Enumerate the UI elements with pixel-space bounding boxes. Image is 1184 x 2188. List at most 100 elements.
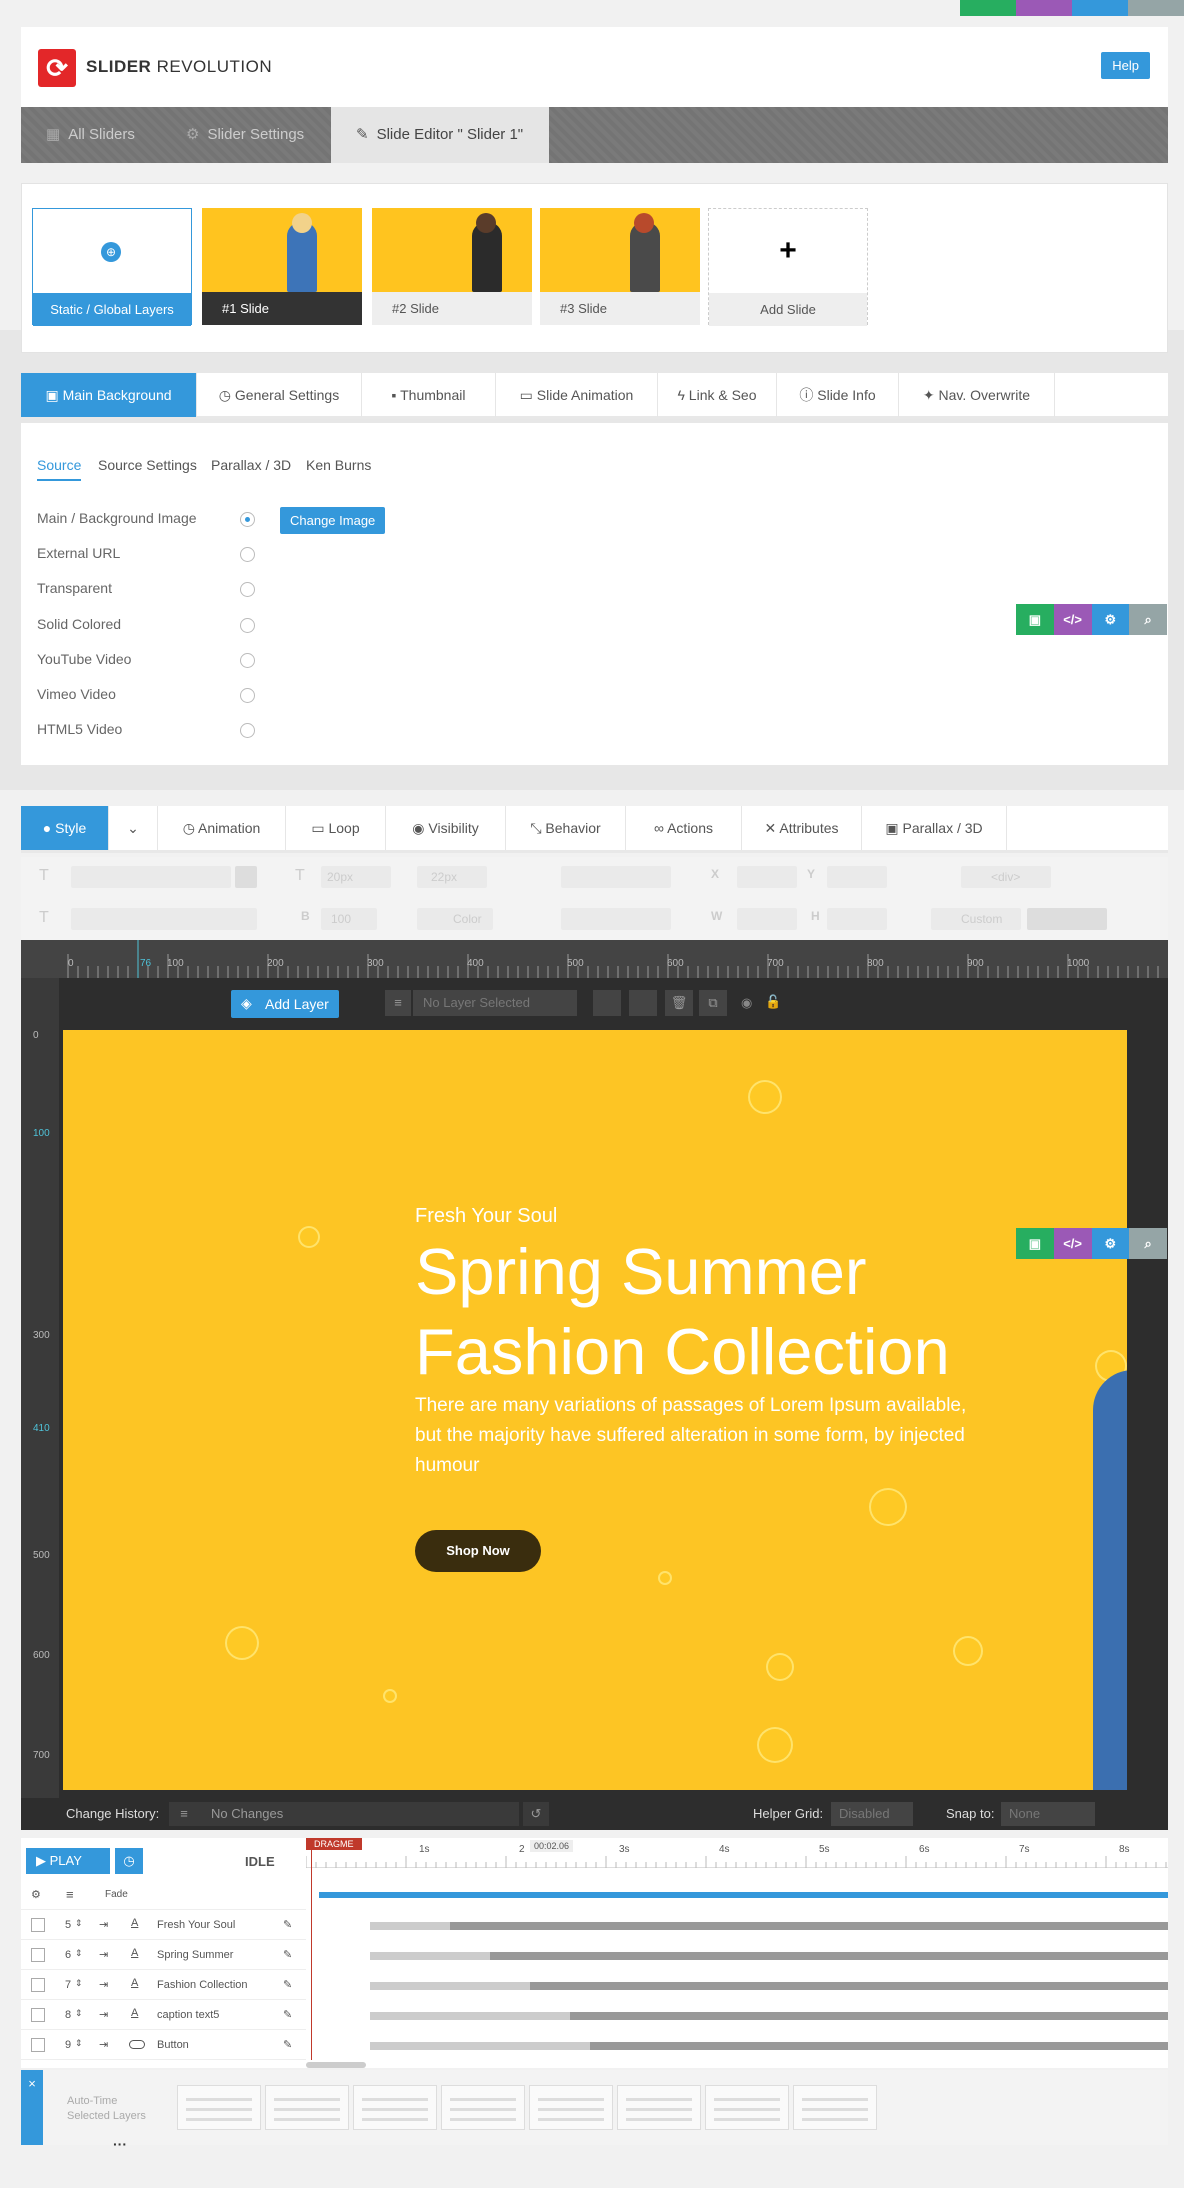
gear-icon[interactable]: ⚙ xyxy=(31,1888,41,1901)
slide-timing-bar[interactable] xyxy=(319,1892,1168,1898)
font-weight-select[interactable]: 100 xyxy=(321,908,377,930)
color-picker[interactable]: Color xyxy=(417,908,493,930)
layer-action-1[interactable] xyxy=(593,990,621,1016)
timeline-layer-row[interactable]: 5 ⇕ ⇥ A Fresh Your Soul ✎ xyxy=(21,1910,306,1940)
tab-slider-settings[interactable]: ⚙ Slider Settings xyxy=(161,107,331,163)
sort-icon[interactable]: ⇕ xyxy=(75,1918,83,1929)
tab-behavior[interactable]: ⤡ Behavior xyxy=(506,806,626,850)
layer-spring-summer[interactable]: Spring Summer xyxy=(415,1232,950,1312)
layer-in-animation-bar[interactable] xyxy=(370,1922,450,1930)
layer-duration-bar[interactable] xyxy=(490,1952,1168,1960)
layer-in-animation-bar[interactable] xyxy=(370,1982,530,1990)
valign-buttons[interactable] xyxy=(561,908,671,930)
align-right-icon[interactable]: ⇥ xyxy=(99,2008,108,2021)
tab-actions[interactable]: ∞ Actions xyxy=(626,806,742,850)
layer-in-animation-bar[interactable] xyxy=(370,2042,590,2050)
radio-transparent[interactable] xyxy=(240,582,255,597)
slide-3-thumb[interactable]: #3 Slide xyxy=(540,208,700,325)
radio-vimeo[interactable] xyxy=(240,688,255,703)
layer-in-animation-bar[interactable] xyxy=(370,1952,490,1960)
eye-icon[interactable]: ◉ xyxy=(741,995,752,1011)
timeline-layer-row[interactable]: 8 ⇕ ⇥ A caption text5 ✎ xyxy=(21,2000,306,2030)
timing-preset[interactable] xyxy=(441,2085,525,2130)
dragme-handle[interactable]: DRAGME xyxy=(306,1838,362,1850)
layer-checkbox[interactable] xyxy=(31,2008,45,2022)
radio-external-url[interactable] xyxy=(240,547,255,562)
timeline-layer-row[interactable]: 7 ⇕ ⇥ A Fashion Collection ✎ xyxy=(21,1970,306,2000)
save-icon[interactable]: ▣ xyxy=(1016,604,1054,635)
add-slide-button[interactable]: + Add Slide xyxy=(708,208,868,326)
help-button[interactable]: Help xyxy=(1101,52,1150,79)
tab-animation[interactable]: ◷ Animation xyxy=(158,806,286,850)
layer-duration-bar[interactable] xyxy=(590,2042,1168,2050)
radio-main-background[interactable] xyxy=(240,512,255,527)
font-size-input[interactable]: 20px xyxy=(321,866,391,888)
search-icon[interactable]: ⌕ xyxy=(1129,1228,1167,1259)
w-input[interactable] xyxy=(737,908,797,930)
tab-loop[interactable]: ▭ Loop xyxy=(286,806,386,850)
tab-thumbnail[interactable]: ▪ Thumbnail xyxy=(362,373,496,417)
timing-preset[interactable] xyxy=(617,2085,701,2130)
sort-icon[interactable]: ⇕ xyxy=(75,1978,83,1989)
align-right-icon[interactable]: ⇥ xyxy=(99,1948,108,1961)
menu-icon[interactable]: ≡ xyxy=(66,1887,74,1902)
duplicate-icon[interactable]: ⧉ xyxy=(699,990,727,1016)
layer-duration-bar[interactable] xyxy=(450,1922,1168,1930)
save-icon[interactable]: ▣ xyxy=(1016,1228,1054,1259)
timing-preset[interactable] xyxy=(705,2085,789,2130)
proportion-buttons[interactable] xyxy=(1027,908,1107,930)
timeline-layer-row[interactable]: 9 ⇕ ⇥ Button ✎ xyxy=(21,2030,306,2060)
sort-icon[interactable]: ⇕ xyxy=(75,2008,83,2019)
tab-style[interactable]: ● Style xyxy=(21,806,109,850)
menu-icon[interactable]: ≡ xyxy=(385,990,411,1016)
align-right-icon[interactable]: ⇥ xyxy=(99,1978,108,1991)
align-right-icon[interactable]: ⇥ xyxy=(99,2038,108,2051)
sort-icon[interactable]: ⇕ xyxy=(75,1948,83,1959)
slide-2-thumb[interactable]: #2 Slide xyxy=(372,208,532,325)
tab-slide-info[interactable]: ⓘ Slide Info xyxy=(777,373,899,417)
tab-link-seo[interactable]: ϟ Link & Seo xyxy=(658,373,777,417)
align-right-icon[interactable]: ⇥ xyxy=(99,1918,108,1931)
layer-duration-bar[interactable] xyxy=(530,1982,1168,1990)
font-style-select[interactable] xyxy=(71,908,257,930)
tab-slide-animation[interactable]: ▭ Slide Animation xyxy=(496,373,658,417)
tab-all-sliders[interactable]: ▦ All Sliders xyxy=(21,107,161,163)
sort-icon[interactable]: ⇕ xyxy=(75,2038,83,2049)
tab-parallax-3d[interactable]: ▣ Parallax / 3D xyxy=(862,806,1007,850)
subtab-source-settings[interactable]: Source Settings xyxy=(98,457,197,473)
radio-solid-colored[interactable] xyxy=(240,618,255,633)
search-icon[interactable]: ⌕ xyxy=(1129,604,1167,635)
layer-in-animation-bar[interactable] xyxy=(370,2012,570,2020)
slide-canvas[interactable]: Fresh Your Soul Spring Summer Fashion Col… xyxy=(63,1030,1127,1790)
y-input[interactable] xyxy=(827,866,887,888)
layer-action-2[interactable] xyxy=(629,990,657,1016)
pencil-icon[interactable]: ✎ xyxy=(283,2038,292,2051)
code-icon[interactable]: </> xyxy=(1053,1228,1092,1259)
slide-1-thumb[interactable]: #1 Slide xyxy=(202,208,362,325)
save-style-icon[interactable] xyxy=(235,866,257,888)
layer-checkbox[interactable] xyxy=(31,1978,45,1992)
timing-preset[interactable] xyxy=(529,2085,613,2130)
timing-preset[interactable] xyxy=(177,2085,261,2130)
cover-select[interactable]: Custom xyxy=(931,908,1021,930)
gear-icon[interactable]: ⚙ xyxy=(1091,1228,1130,1259)
tab-visibility[interactable]: ◉ Visibility xyxy=(386,806,506,850)
tab-nav-overwrite[interactable]: ✦ Nav. Overwrite xyxy=(899,373,1055,417)
undo-icon[interactable]: ↺ xyxy=(523,1802,549,1826)
change-image-button[interactable]: Change Image xyxy=(280,507,386,534)
tab-general-settings[interactable]: ◷ General Settings xyxy=(197,373,362,417)
history-icon[interactable]: ◷ xyxy=(115,1848,143,1874)
font-family-select[interactable] xyxy=(71,866,231,888)
pencil-icon[interactable]: ✎ xyxy=(283,1948,292,1961)
gear-icon[interactable]: ⚙ xyxy=(1091,604,1130,635)
layer-caption-text5[interactable]: There are many variations of passages of… xyxy=(415,1391,975,1481)
tab-main-background[interactable]: ▣ Main Background xyxy=(21,373,197,417)
menu-icon[interactable]: ≡ xyxy=(169,1802,199,1826)
timing-preset[interactable] xyxy=(353,2085,437,2130)
tag-select[interactable]: <div> xyxy=(961,866,1051,888)
layer-shop-now-button[interactable]: Shop Now xyxy=(415,1530,541,1572)
pencil-icon[interactable]: ✎ xyxy=(283,2008,292,2021)
radio-html5[interactable] xyxy=(240,723,255,738)
line-height-input[interactable]: 22px xyxy=(417,866,487,888)
add-layer-button[interactable]: ◈ Add Layer xyxy=(231,990,339,1018)
